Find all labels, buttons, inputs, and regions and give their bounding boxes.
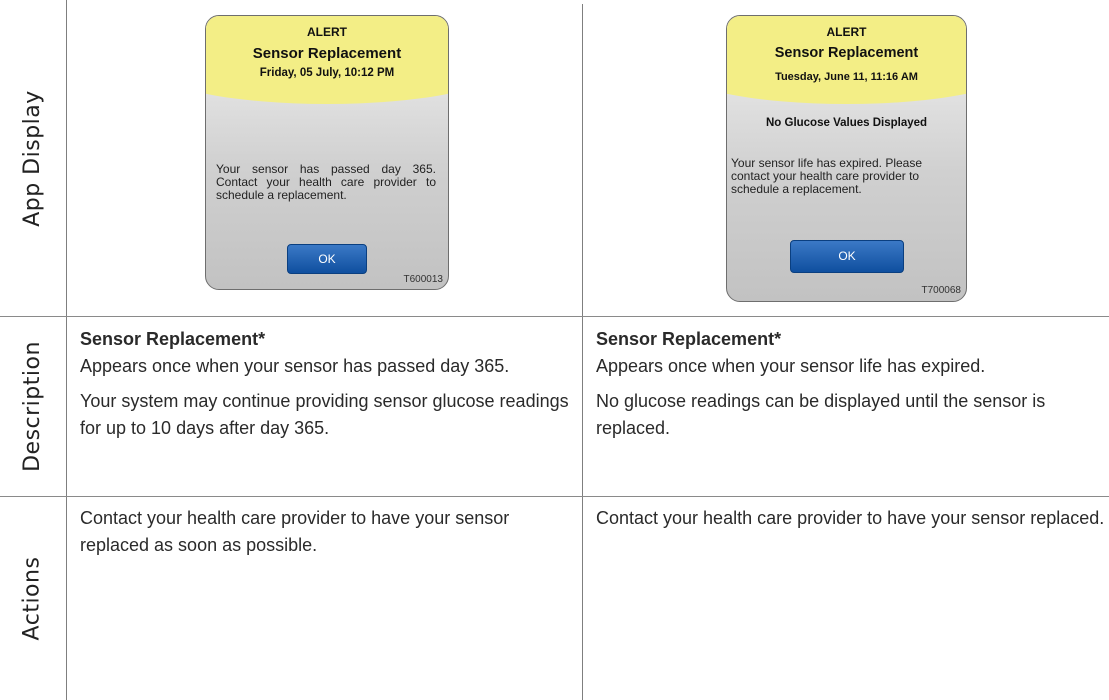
- left-description-heading: Sensor Replacement*: [80, 329, 266, 349]
- left-description-para1: Appears once when your sensor has passed…: [80, 356, 510, 376]
- row-label-description-text: Description: [19, 341, 45, 472]
- alert-label: ALERT: [307, 25, 347, 39]
- alert-datetime: Friday, 05 July, 10:12 PM: [259, 67, 395, 79]
- alert-message: Your sensor life has expired. Please con…: [731, 156, 923, 196]
- row-label-app-display-text: App Display: [19, 89, 45, 227]
- right-description: Sensor Replacement* Appears once when yo…: [596, 326, 1106, 450]
- right-actions: Contact your health care provider to hav…: [596, 508, 1105, 528]
- alert-title: Sensor Replacement: [252, 45, 402, 62]
- left-description: Sensor Replacement* Appears once when yo…: [80, 326, 570, 450]
- alert-subheading: No Glucose Values Displayed: [765, 117, 928, 129]
- alert-datetime: Tuesday, June 11, 11:16 AM: [775, 71, 918, 83]
- ok-button[interactable]: OK: [287, 244, 367, 274]
- right-description-para2: No glucose readings can be displayed unt…: [596, 391, 1046, 438]
- row-label-description: Description: [0, 317, 64, 496]
- row-divider-1: [0, 316, 1109, 317]
- alert-title: Sensor Replacement: [774, 45, 919, 61]
- ok-button[interactable]: OK: [790, 240, 904, 273]
- row-label-actions: Actions: [0, 497, 64, 700]
- row-label-app-display: App Display: [0, 0, 64, 316]
- alert-label: ALERT: [826, 25, 867, 39]
- screen-code: T700068: [921, 285, 961, 296]
- left-app-screen: ALERT Sensor Replacement Friday, 05 July…: [205, 15, 449, 290]
- left-actions: Contact your health care provider to hav…: [80, 508, 510, 555]
- row-divider-2: [0, 496, 1109, 497]
- right-app-screen: ALERT Sensor Replacement Tuesday, June 1…: [726, 15, 967, 302]
- row-label-actions-text: Actions: [19, 556, 45, 641]
- column-divider-left: [66, 0, 67, 700]
- left-description-para2: Your system may continue providing senso…: [80, 391, 569, 438]
- screen-code: T600013: [403, 274, 443, 285]
- right-description-para1: Appears once when your sensor life has e…: [596, 356, 986, 376]
- column-divider-middle: [582, 4, 583, 700]
- alert-message: Your sensor has passed day 365. Contact …: [216, 162, 436, 202]
- right-description-heading: Sensor Replacement*: [596, 329, 782, 349]
